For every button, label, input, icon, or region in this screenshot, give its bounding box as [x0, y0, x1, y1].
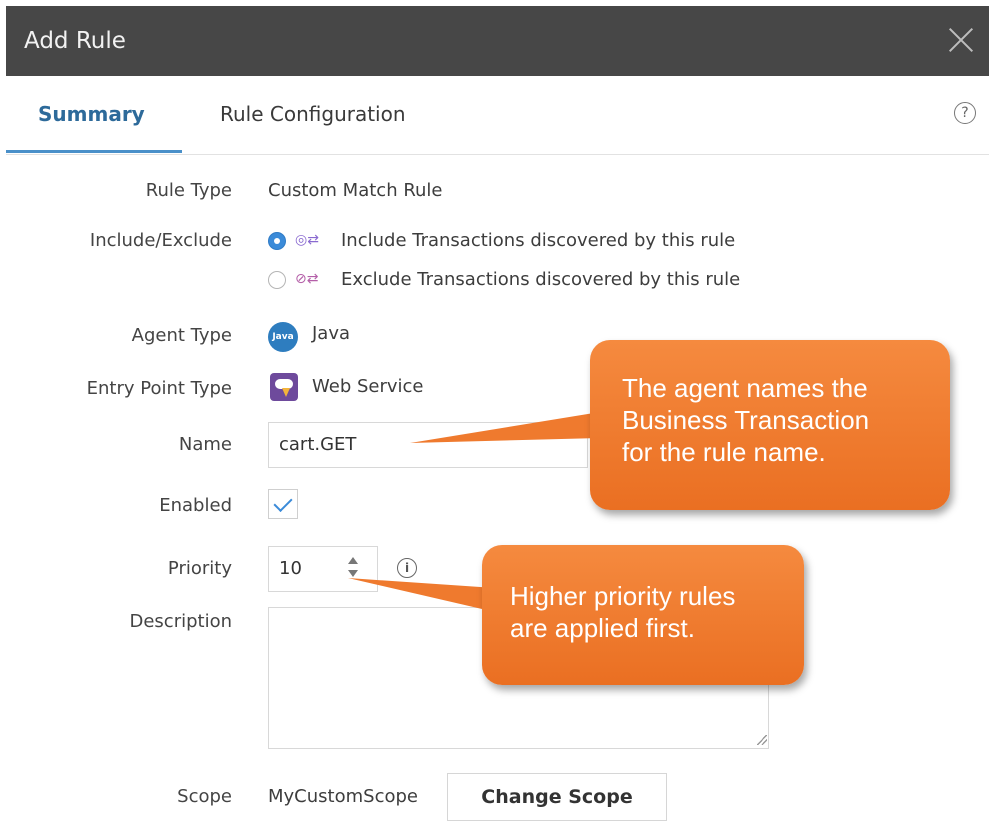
entry-point-type-value: Web Service — [312, 376, 424, 397]
description-label: Description — [129, 611, 232, 632]
callout-priority-annotation: Higher priority rules are applied first. — [482, 545, 804, 685]
include-option-label[interactable]: Include Transactions discovered by this … — [341, 230, 735, 251]
change-scope-button[interactable]: Change Scope — [447, 773, 667, 821]
tab-bar: Summary Rule Configuration ? — [6, 76, 989, 155]
active-tab-indicator — [6, 150, 182, 153]
callout-line: The agent names the — [622, 373, 868, 403]
tab-summary[interactable]: Summary — [38, 102, 145, 126]
rule-type-value: Custom Match Rule — [268, 180, 443, 201]
info-icon[interactable]: i — [397, 558, 417, 578]
agent-type-label: Agent Type — [131, 325, 232, 346]
include-transaction-icon: ◎⇄ — [295, 232, 319, 248]
name-input[interactable]: cart.GET — [268, 422, 588, 468]
dialog-titlebar: Add Rule — [6, 6, 989, 76]
resize-grip-icon[interactable] — [757, 735, 767, 745]
dialog-title: Add Rule — [24, 28, 126, 54]
callout-line: Higher priority rules — [510, 581, 736, 611]
scope-label: Scope — [177, 786, 232, 807]
entry-point-type-label: Entry Point Type — [86, 378, 232, 399]
priority-label: Priority — [167, 558, 232, 579]
priority-stepper[interactable] — [346, 555, 360, 581]
callout-line: are applied first. — [510, 613, 695, 643]
web-service-icon — [270, 373, 298, 401]
scope-value: MyCustomScope — [268, 786, 418, 807]
exclude-radio[interactable] — [268, 271, 286, 289]
name-label: Name — [178, 434, 232, 455]
priority-input[interactable]: 10 — [268, 546, 378, 592]
enabled-label: Enabled — [159, 495, 232, 516]
java-icon: Java — [268, 322, 298, 352]
callout-line: for the rule name. — [622, 437, 826, 467]
callout-name-annotation: The agent names the Business Transaction… — [590, 340, 950, 510]
agent-type-value: Java — [312, 323, 351, 344]
help-icon[interactable]: ? — [954, 102, 976, 124]
close-icon[interactable] — [947, 26, 975, 54]
enabled-checkbox[interactable] — [268, 489, 298, 519]
tab-rule-configuration[interactable]: Rule Configuration — [220, 102, 406, 126]
exclude-transaction-icon: ⊘⇄ — [295, 271, 319, 287]
rule-type-label: Rule Type — [145, 180, 232, 201]
include-exclude-label: Include/Exclude — [89, 230, 232, 251]
exclude-option-label[interactable]: Exclude Transactions discovered by this … — [341, 269, 740, 290]
include-radio[interactable] — [268, 232, 286, 250]
callout-line: Business Transaction — [622, 405, 870, 435]
